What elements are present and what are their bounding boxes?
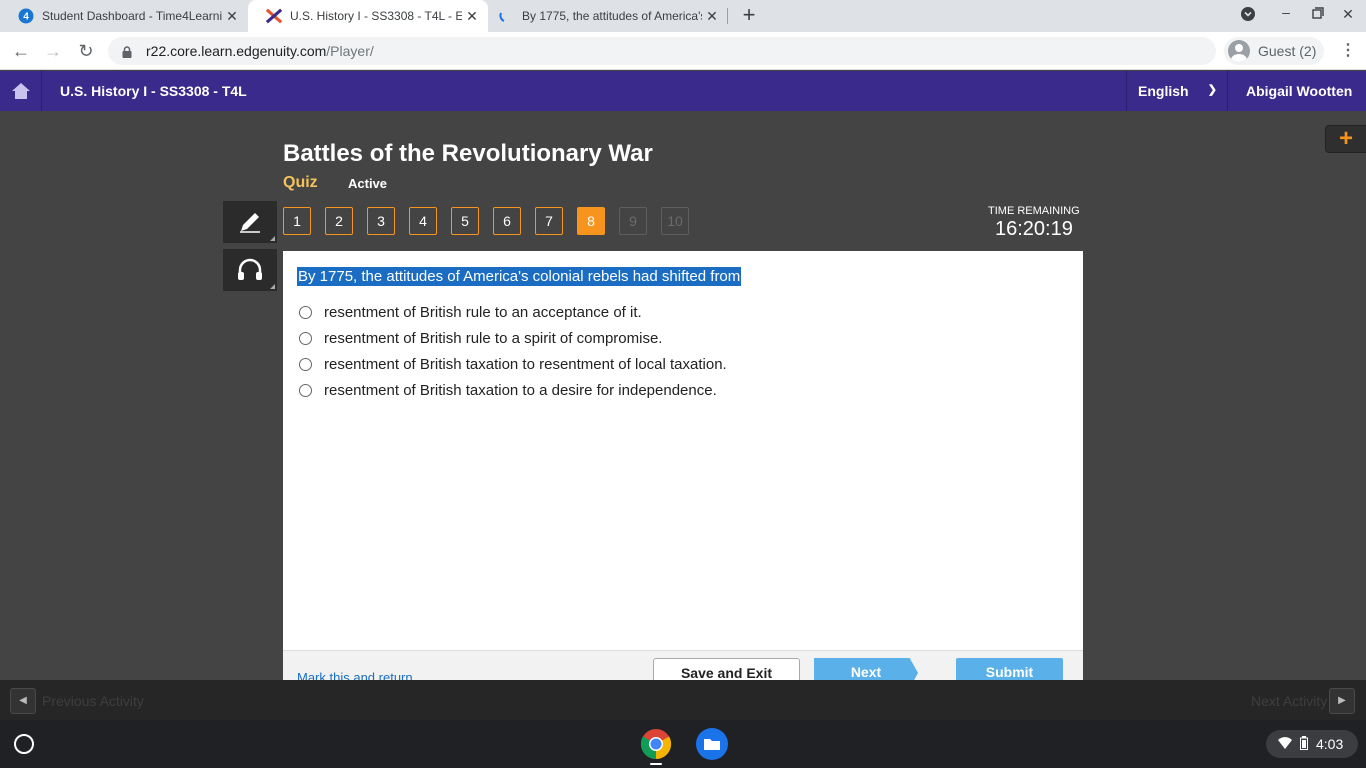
pencil-tool-button[interactable] bbox=[223, 201, 277, 243]
activity-status: Active bbox=[348, 176, 388, 191]
radio-button[interactable] bbox=[299, 332, 312, 345]
home-icon bbox=[11, 83, 30, 99]
save-and-exit-button[interactable]: Save and Exit bbox=[653, 658, 800, 680]
lock-icon bbox=[122, 45, 132, 58]
tab-title: Student Dashboard - Time4Learning bbox=[42, 9, 222, 23]
lesson-title: Battles of the Revolutionary War bbox=[283, 140, 653, 167]
question-nav-8[interactable]: 8 bbox=[577, 207, 605, 235]
tab-student-dashboard[interactable]: 4 Student Dashboard - Time4Learning ✕ bbox=[0, 0, 248, 32]
question-nav-7[interactable]: 7 bbox=[535, 207, 563, 235]
time4learning-icon: 4 bbox=[18, 8, 34, 24]
question-nav-1[interactable]: 1 bbox=[283, 207, 311, 235]
question-nav-4[interactable]: 4 bbox=[409, 207, 437, 235]
tab-question-search[interactable]: By 1775, the attitudes of America's ✕ bbox=[480, 0, 728, 32]
previous-activity-arrow-icon[interactable]: ◀ bbox=[10, 688, 36, 714]
answer-option-4[interactable]: resentment of British taxation to a desi… bbox=[299, 382, 717, 399]
battery-icon bbox=[1300, 735, 1308, 753]
question-nav-9: 9 bbox=[619, 207, 647, 235]
minimize-icon[interactable]: – bbox=[1276, 4, 1296, 20]
url-host: r22.core.learn.edgenuity.com bbox=[146, 43, 327, 59]
answer-label: resentment of British rule to a spirit o… bbox=[324, 330, 663, 347]
question-nav-5[interactable]: 5 bbox=[451, 207, 479, 235]
browser-tab-strip: 4 Student Dashboard - Time4Learning ✕ U.… bbox=[0, 0, 1366, 32]
question-panel: By 1775, the attitudes of America's colo… bbox=[283, 251, 1083, 650]
system-shelf: 4:03 bbox=[0, 720, 1366, 768]
pencil-icon bbox=[240, 213, 260, 233]
audio-tool-button[interactable] bbox=[223, 249, 277, 291]
profile-label: Guest (2) bbox=[1258, 43, 1317, 59]
home-button[interactable] bbox=[0, 71, 42, 111]
next-button[interactable]: Next bbox=[814, 658, 918, 680]
address-bar[interactable]: r22.core.learn.edgenuity.com/Player/ bbox=[108, 37, 1216, 65]
loading-icon bbox=[498, 8, 514, 24]
activity-bar: ◀ Previous Activity Next Activity ▶ bbox=[0, 680, 1366, 720]
svg-text:4: 4 bbox=[23, 12, 29, 23]
running-indicator bbox=[650, 763, 662, 765]
back-arrow-icon[interactable]: ← bbox=[10, 40, 32, 62]
chrome-icon[interactable] bbox=[640, 728, 672, 760]
language-label: English bbox=[1138, 83, 1189, 99]
browser-toolbar: ← → ↻ r22.core.learn.edgenuity.com/Playe… bbox=[0, 32, 1366, 70]
question-nav-10: 10 bbox=[661, 207, 689, 235]
edgenuity-icon bbox=[266, 8, 282, 24]
submit-button[interactable]: Submit bbox=[956, 658, 1063, 680]
answer-option-2[interactable]: resentment of British rule to a spirit o… bbox=[299, 330, 662, 347]
radio-button[interactable] bbox=[299, 358, 312, 371]
clock: 4:03 bbox=[1316, 736, 1344, 752]
expand-plus-button[interactable]: + bbox=[1325, 125, 1366, 153]
forward-arrow-icon[interactable]: → bbox=[42, 40, 64, 62]
launcher-icon[interactable] bbox=[14, 734, 34, 754]
close-icon[interactable]: ✕ bbox=[222, 8, 242, 25]
question-footer: Mark this and return Save and Exit Next … bbox=[283, 650, 1083, 680]
question-nav-2[interactable]: 2 bbox=[325, 207, 353, 235]
answer-label: resentment of British taxation to a desi… bbox=[324, 382, 717, 399]
headphones-icon bbox=[238, 258, 262, 280]
tab-title: U.S. History I - SS3308 - T4L - Edgenuit… bbox=[290, 9, 462, 23]
question-nav-3[interactable]: 3 bbox=[367, 207, 395, 235]
answer-label: resentment of British taxation to resent… bbox=[324, 356, 727, 373]
tab-us-history[interactable]: U.S. History I - SS3308 - T4L - Edgenuit… bbox=[248, 0, 488, 32]
chevron-down-icon: ❯ bbox=[1207, 84, 1217, 96]
answer-label: resentment of British rule to an accepta… bbox=[324, 304, 642, 321]
activity-type-label: Quiz bbox=[283, 174, 318, 191]
tab-search-icon[interactable] bbox=[1238, 6, 1258, 25]
question-nav-6[interactable]: 6 bbox=[493, 207, 521, 235]
answer-option-3[interactable]: resentment of British taxation to resent… bbox=[299, 356, 727, 373]
question-text: By 1775, the attitudes of America's colo… bbox=[297, 267, 742, 286]
window-close-icon[interactable]: ✕ bbox=[1338, 6, 1358, 23]
radio-button[interactable] bbox=[299, 384, 312, 397]
user-name[interactable]: Abigail Wootten bbox=[1246, 83, 1352, 99]
next-activity-label[interactable]: Next Activity bbox=[1251, 693, 1327, 709]
avatar-icon bbox=[1228, 40, 1250, 62]
url-path: /Player/ bbox=[326, 43, 374, 59]
next-activity-arrow-icon[interactable]: ▶ bbox=[1329, 688, 1355, 714]
profile-button[interactable]: Guest (2) bbox=[1224, 37, 1324, 65]
app-header: U.S. History I - SS3308 - T4L English ❯ … bbox=[0, 71, 1366, 111]
time-remaining-value: 16:20:19 bbox=[995, 218, 1073, 240]
new-tab-icon[interactable]: + bbox=[738, 4, 760, 28]
reload-icon[interactable]: ↻ bbox=[75, 40, 97, 62]
wifi-icon bbox=[1278, 736, 1292, 752]
more-menu-icon[interactable]: ⋮ bbox=[1338, 41, 1358, 61]
answer-option-1[interactable]: resentment of British rule to an accepta… bbox=[299, 304, 642, 321]
previous-activity-label[interactable]: Previous Activity bbox=[42, 693, 144, 709]
time-remaining-label: TIME REMAINING bbox=[988, 205, 1080, 217]
close-icon[interactable]: ✕ bbox=[462, 8, 482, 25]
course-title: U.S. History I - SS3308 - T4L bbox=[60, 83, 247, 99]
tab-separator bbox=[727, 8, 728, 24]
language-selector[interactable]: English ❯ bbox=[1126, 71, 1228, 111]
mark-and-return-link[interactable]: Mark this and return bbox=[297, 670, 413, 680]
tab-title: By 1775, the attitudes of America's bbox=[522, 9, 702, 23]
radio-button[interactable] bbox=[299, 306, 312, 319]
close-icon[interactable]: ✕ bbox=[702, 8, 722, 25]
restore-icon[interactable] bbox=[1308, 6, 1328, 22]
status-tray[interactable]: 4:03 bbox=[1266, 730, 1358, 758]
files-icon[interactable] bbox=[696, 728, 728, 760]
